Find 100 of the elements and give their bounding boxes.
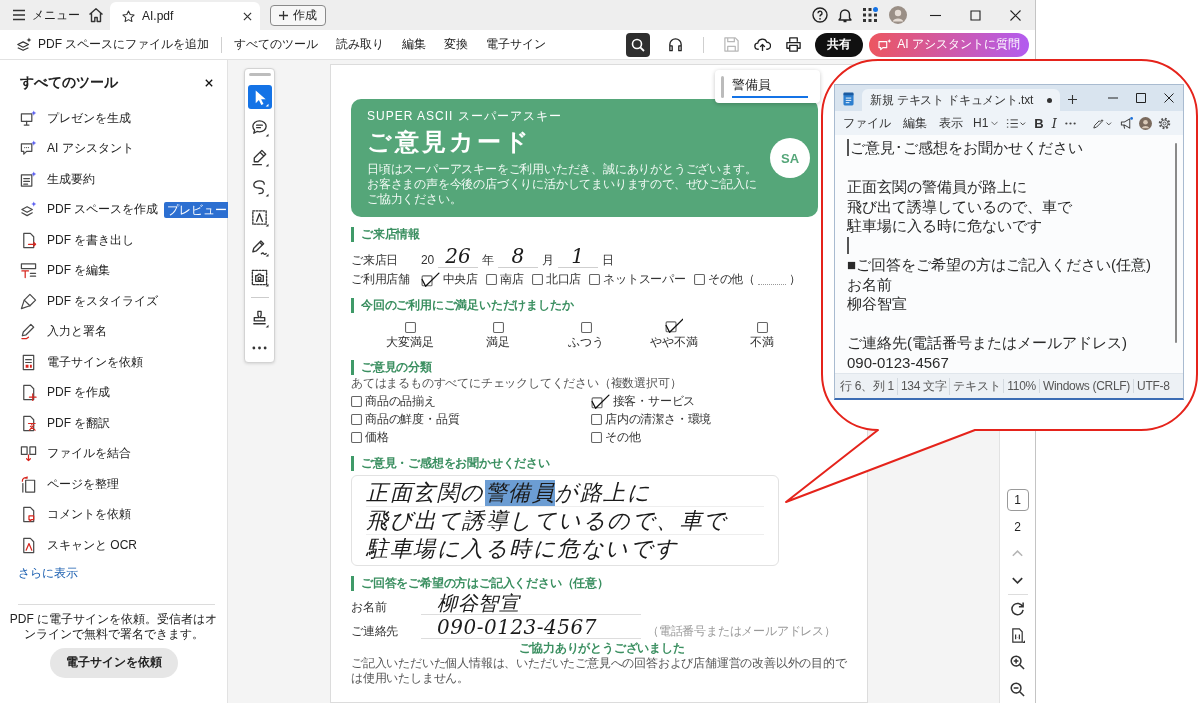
print-icon[interactable] [785,36,803,53]
plus-icon[interactable] [1068,95,1077,104]
headphones-icon[interactable] [667,36,685,53]
tool-item[interactable]: PDF を書き出し [0,225,227,256]
more-icon[interactable] [252,346,267,350]
option-label: 価格 [365,430,389,445]
document-sparkle-icon [20,170,37,188]
document-icon [20,353,37,371]
handwritten-date: 1 [557,245,598,268]
avatar-icon[interactable] [1139,116,1152,130]
format-button[interactable]: I [1051,115,1057,131]
toolbar-tab[interactable]: すべてのツール [234,36,319,53]
toolbar-tab[interactable]: 変換 [444,36,469,53]
close-icon[interactable] [1164,93,1174,103]
add-files-button[interactable]: PDF スペースにファイルを追加 [16,36,210,53]
page-number[interactable]: 2 [1006,515,1029,538]
maximize-icon[interactable] [1136,93,1146,103]
tool-item[interactable]: PDF を翻訳 [0,408,227,439]
show-more-link[interactable]: さらに表示 [0,564,78,582]
text-editor[interactable]: ご意見･ご感想をお聞かせください 正面玄関の警備員が路上に 飛び出て誘導しているので、車で 駐車場に入る時に危ないです ■ご回答をご希望の方はご記入ください(任意) お名前 柳谷智宣 ご連絡先(電話番号またはメールアドレス) 090-0123-4567 [835,135,1183,373]
status-item: 行 6、列 1 [839,377,895,395]
format-button[interactable]: B [1034,115,1044,131]
menu-item[interactable]: 編集 [897,114,933,132]
year-prefix: 20 [421,253,434,268]
avatar-icon[interactable] [889,6,907,24]
request-signature-button[interactable]: 電子サインを依頼 [49,647,178,678]
text-line: 090-0123-4567 [847,352,949,372]
megaphone-icon[interactable] [1120,116,1133,130]
menu-item[interactable]: ファイル [837,114,897,132]
scrollbar-thumb[interactable] [1175,143,1177,343]
apps-icon[interactable] [862,7,878,23]
toolbar-tab[interactable]: 読み取り [336,36,385,53]
toolbar-tab[interactable]: 編集 [402,36,427,53]
drag-handle[interactable] [721,75,724,98]
tool-item[interactable]: PDF を作成 [0,377,227,408]
date-unit: 日 [601,253,614,268]
search-match: 警備員 [484,480,555,506]
tool-item[interactable]: スキャンと OCR [0,530,227,561]
option-label: 満足 [486,335,510,350]
share-button[interactable]: 共有 [815,32,864,57]
find-field[interactable]: 警備員 [732,75,808,98]
text-line: お名前 [847,274,892,294]
maximize-icon[interactable] [969,9,981,21]
preview-badge: プレビュー [164,201,231,218]
option-label: ネットスーパー [603,272,686,287]
cloud-upload-icon[interactable] [754,36,772,53]
bell-icon[interactable] [837,7,853,23]
text-line: ご連絡先(電話番号またはメールアドレス) [847,333,1127,353]
settings-icon[interactable] [1158,116,1171,130]
tool-item[interactable]: AI アシスタント [0,133,227,164]
option-label: 大変満足 [386,335,434,350]
page-icon[interactable] [1010,628,1025,643]
star-icon[interactable] [122,9,135,23]
option-label: 接客・サービス [612,394,696,409]
ai-assistant-button[interactable]: AI アシスタントに質問 [869,32,1029,57]
text-line: 柳谷智宣 [847,294,907,314]
list-icon[interactable] [1006,117,1027,129]
page-number[interactable]: 1 [1006,488,1029,511]
heading-button[interactable]: H1 [973,116,999,130]
toolbar-tab[interactable]: 電子サイン [486,36,547,53]
tool-item[interactable]: ファイルを結合 [0,438,227,469]
tool-item[interactable]: PDF をスタイライズ [0,286,227,317]
tool-item[interactable]: PDF を編集 [0,255,227,286]
closing-bracket: ） [788,272,801,287]
instruction-text: あてはまるものすべてにチェックしてください（複数選択可） [351,376,682,391]
freehand-curve-icon [250,177,269,197]
intro-text: お客さまの声を今後の店づくりに活かしてまいりますので、ぜひご記入にご協力ください。 [367,177,758,207]
pen-icon [20,323,37,341]
option-label: 商品の品揃え [365,394,436,409]
tool-item[interactable]: ページを整理 [0,469,227,500]
file-tab[interactable]: 新規 テキスト ドキュメント.txt [862,89,1060,111]
rotate-icon[interactable] [1010,601,1025,616]
close-icon[interactable] [243,11,252,21]
zoom-out-icon[interactable] [1010,682,1025,697]
search-button[interactable] [626,32,651,57]
handwritten-text: 正面玄関の [366,480,485,506]
section-heading: ご意見・ご感想をお聞かせください [351,456,550,471]
date-unit: 年 [481,253,494,268]
more-icon[interactable] [1064,121,1076,125]
tool-item[interactable]: 入力と署名 [0,316,227,347]
close-icon[interactable] [205,79,213,87]
document-tab[interactable]: AI.pdf [110,2,260,30]
handwritten-text: が路上に [555,480,651,506]
close-icon[interactable] [1009,9,1021,21]
menu-button[interactable]: メニュー [0,4,84,26]
pen-sparkle-icon[interactable] [1092,117,1112,129]
option-label: ふつう [568,335,604,350]
menu-item[interactable]: 表示 [933,114,969,132]
tool-item[interactable]: 生成要約 [0,164,227,195]
zoom-in-icon[interactable] [1010,655,1025,670]
field-label: お名前 [351,600,388,615]
home-icon[interactable] [88,7,104,23]
drag-handle[interactable] [248,73,271,76]
handwritten-text: 駐車場に入る時に危ないです [366,536,679,562]
tool-item[interactable]: 電子サインを依頼 [0,347,227,378]
tool-item[interactable]: コメントを依頼 [0,499,227,530]
help-icon[interactable] [812,7,828,23]
create-button[interactable]: 作成 [270,4,326,26]
tool-item[interactable]: プレゼンを生成 [0,103,227,134]
pages-icon [20,475,37,493]
